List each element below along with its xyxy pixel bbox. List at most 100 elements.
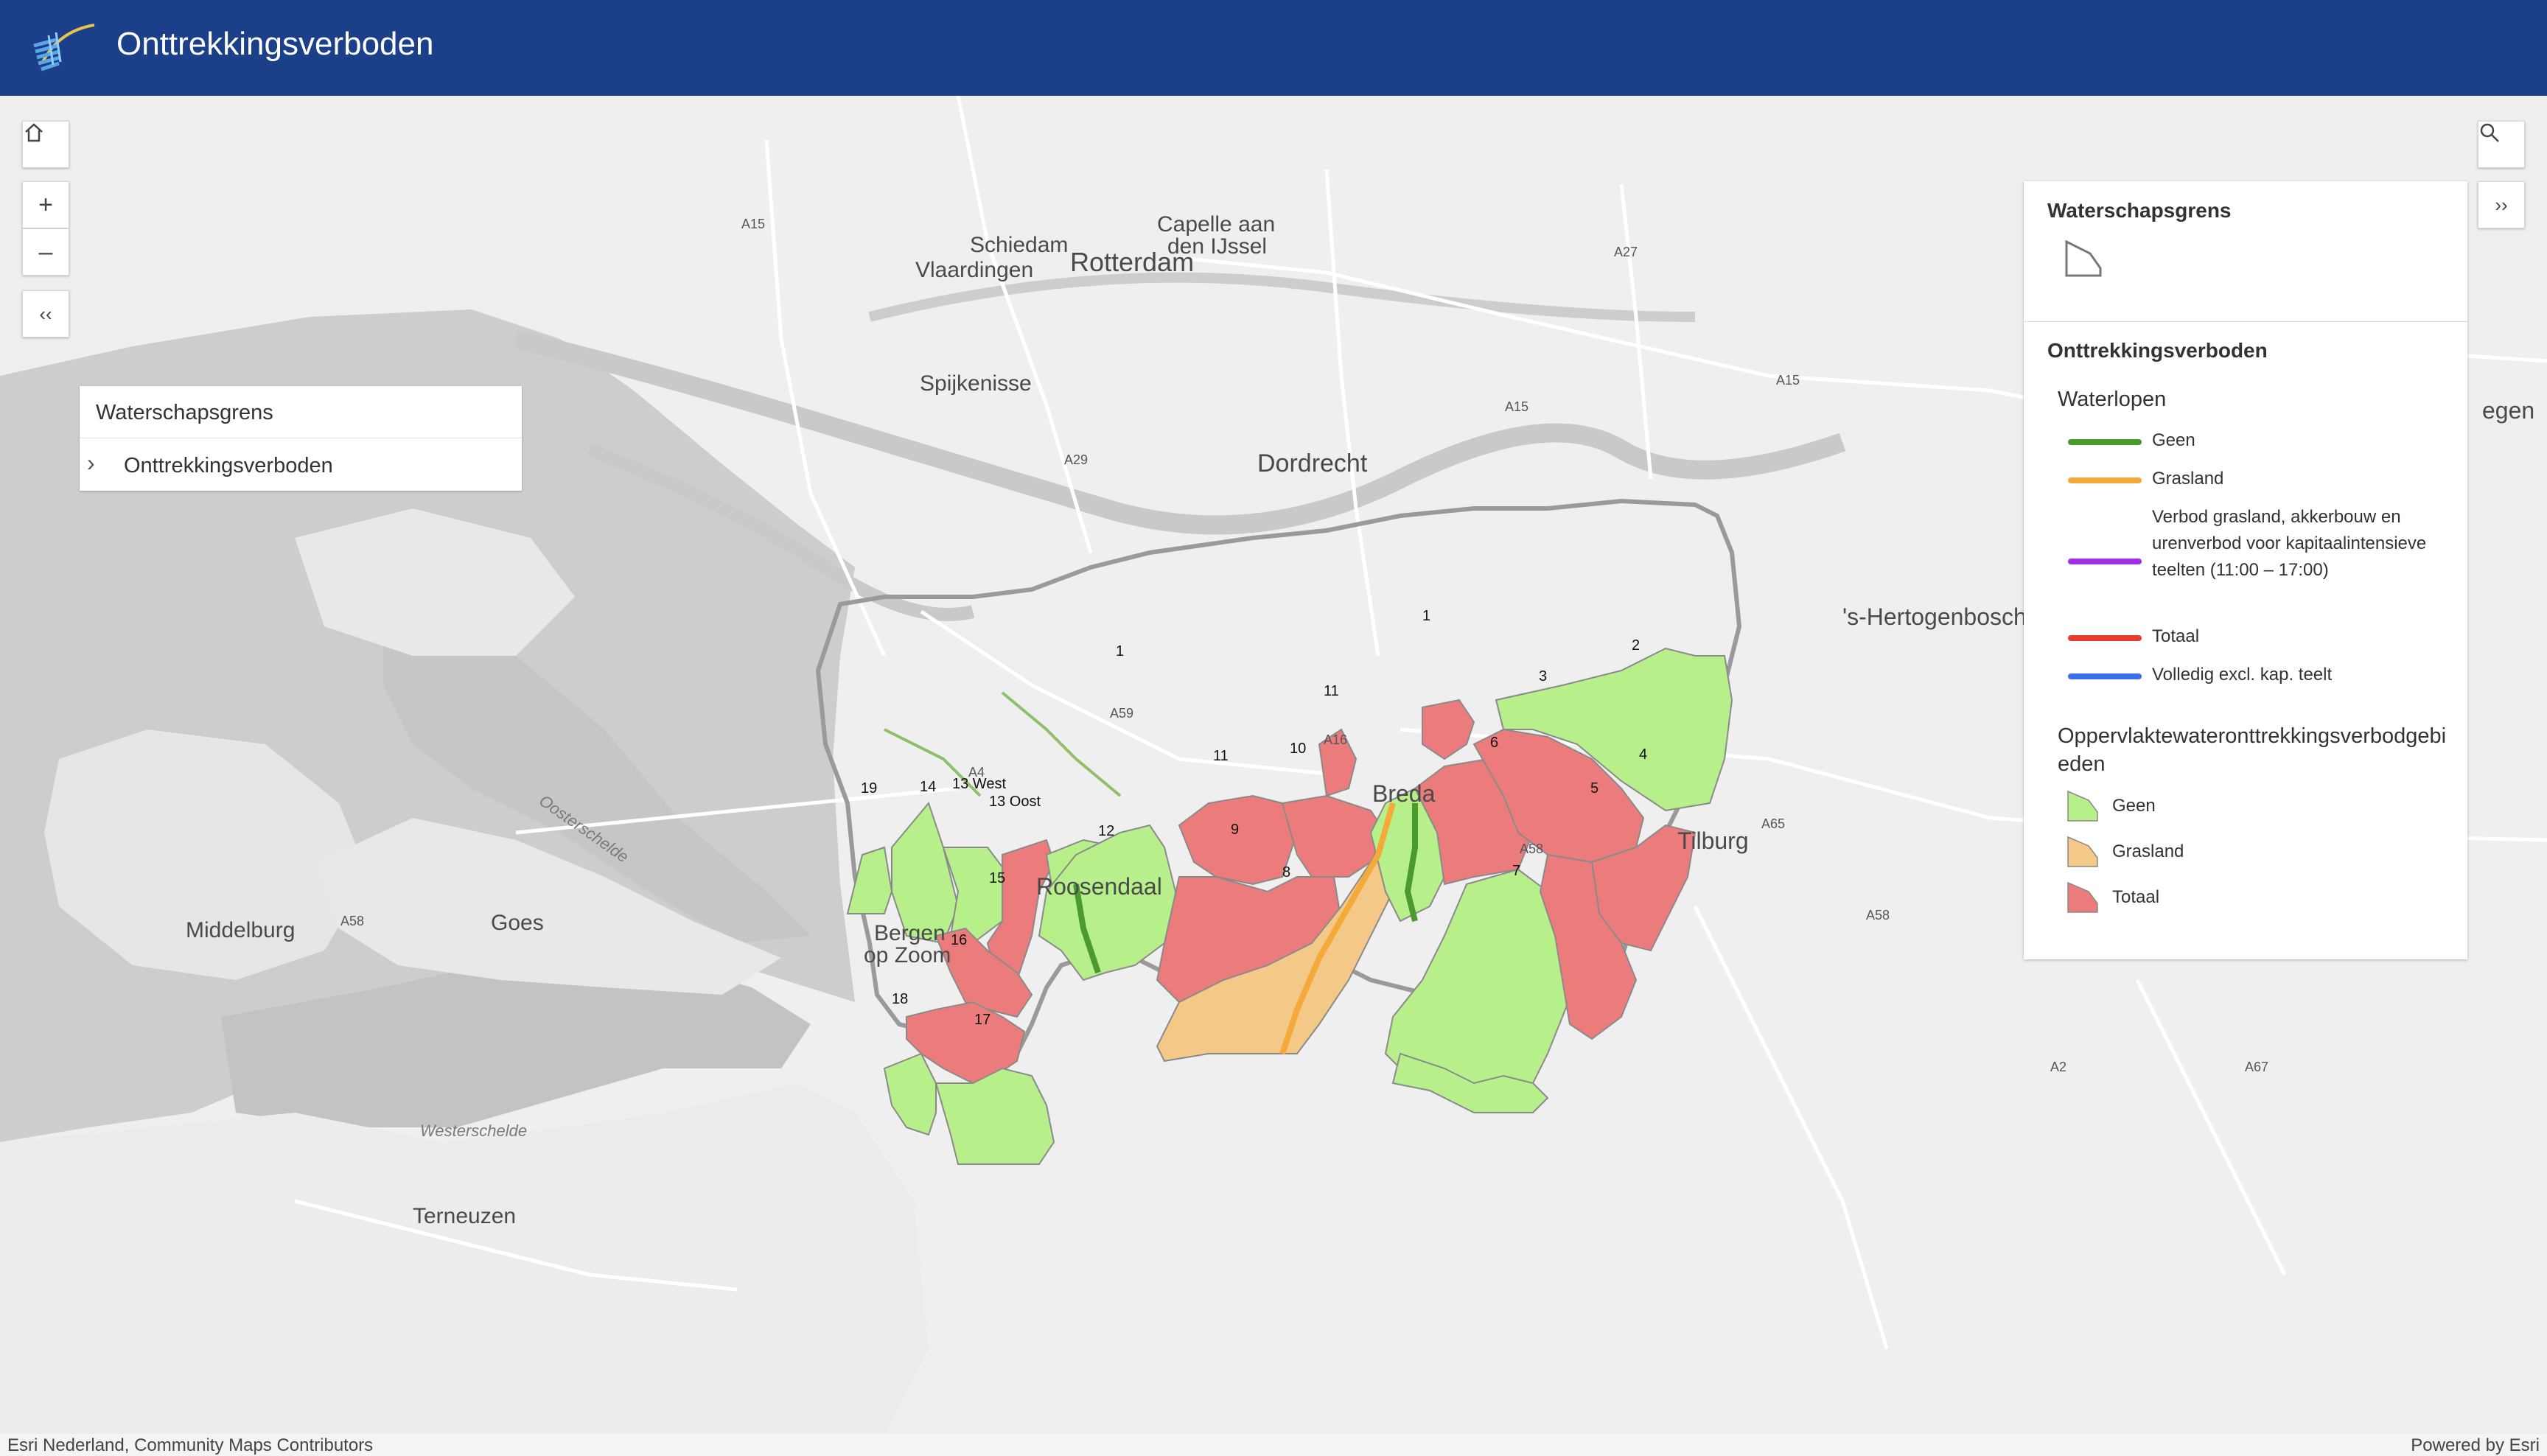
area-label: 16 [951,932,967,948]
search-button[interactable] [2478,121,2525,168]
home-icon [25,123,43,142]
legend-line-grasland [2068,477,2142,483]
label-capelle-aan: Capelle aan [1157,212,1275,237]
area-label: 14 [920,779,936,795]
layer-label: Waterschapsgrens [96,401,273,424]
area-polygons[interactable] [846,647,1733,1165]
road-a15: A15 [1776,373,1800,388]
search-icon [2480,123,2499,142]
attribution-bar: Esri Nederland, Community Maps Contribut… [0,1434,2547,1456]
legend-label-geen-area: Geen [2112,796,2156,816]
collapse-layer-list-button[interactable]: ‹‹ [22,290,69,337]
layer-label: Onttrekkingsverboden [124,454,333,477]
road-a67: A67 [2245,1060,2268,1074]
area-18 [883,1052,937,1136]
legend-label-geen: Geen [2152,430,2195,450]
legend-divider [2024,321,2467,322]
legend-label-grasland: Grasland [2152,469,2224,489]
label-den-ijssel: den IJssel [1167,234,1267,259]
legend-title-onttrekkingsverboden: Onttrekkingsverboden [2047,339,2268,362]
zoom-out-button[interactable]: – [22,228,69,276]
label-s-hertogenbosch: 's-Hertogenbosch [1842,603,2027,630]
legend-subtitle-waterlopen: Waterlopen [2058,388,2167,411]
label-tilburg: Tilburg [1677,827,1749,854]
area-11-west [1178,794,1299,886]
label-goes: Goes [491,911,544,935]
layer-list: Waterschapsgrens › Onttrekkingsverboden [80,386,522,491]
app-title: Onttrekkingsverboden [116,26,434,62]
label-schiedam: Schiedam [970,233,1068,257]
legend-label-verbod: Verbod grasland, akkerbouw en urenverbod… [2152,507,2427,580]
chevron-right-icon[interactable]: › [87,449,95,477]
legend-label-totaal: Totaal [2152,626,2200,646]
road-a15: A15 [741,217,765,231]
legend-label-grasland-area: Grasland [2112,841,2184,861]
road-a16: A16 [1324,732,1347,747]
legend-polygon-totaal [2067,881,2098,913]
road-a29: A29 [1064,452,1088,467]
road-a2: A2 [2050,1060,2066,1074]
river [868,272,1696,322]
area-1-east [1422,699,1475,760]
attribution-source: Esri Nederland, Community Maps Contribut… [7,1435,374,1455]
area-label: 9 [1231,822,1239,838]
road-a59: A59 [1110,706,1133,721]
legend-line-geen [2068,439,2142,445]
label-middelburg: Middelburg [186,918,295,942]
expand-legend-button[interactable]: ›› [2478,181,2525,228]
app-logo-icon [33,24,95,71]
area-label: 1 [1116,643,1124,659]
area-label: 13 Oost [989,794,1041,810]
label-westerschelde: Westerschelde [420,1121,527,1140]
area-label: 19 [861,780,877,797]
area-label: 6 [1490,735,1498,751]
label-egen: egen [2482,397,2534,424]
zoom-in-button[interactable]: + [22,181,69,228]
layer-item-onttrekkingsverboden[interactable]: › Onttrekkingsverboden [80,439,522,491]
label-op-zoom: op Zoom [864,943,951,967]
area-label: 5 [1590,780,1599,797]
legend-line-volledig [2068,673,2142,679]
road-a65: A65 [1761,816,1785,831]
legend-title-waterschapsgrens: Waterschapsgrens [2047,199,2232,222]
label-breda: Breda [1372,780,1436,807]
home-button[interactable] [22,121,69,168]
area-label: 15 [989,870,1005,886]
boundary-polygon-icon [2065,239,2102,277]
area-label: 3 [1539,668,1547,685]
area-label: 11 [1213,748,1229,764]
legend-polygon-grasland [2067,836,2098,867]
area-label: 7 [1512,863,1520,879]
area-label: 18 [892,991,908,1007]
label-dordrecht: Dordrecht [1257,449,1368,477]
legend-label-volledig: Volledig excl. kap. teelt [2152,665,2333,685]
label-bergen: Bergen [874,921,946,945]
area-label: 4 [1639,746,1647,763]
road-a58: A58 [1866,908,1890,923]
label-terneuzen: Terneuzen [413,1204,516,1228]
road-a15: A15 [1505,399,1528,414]
area-label: 17 [974,1012,990,1028]
label-vlaardingen: Vlaardingen [915,258,1033,282]
road-a58: A58 [1520,841,1543,856]
area-label: 12 [1098,823,1114,839]
layer-item-waterschapsgrens[interactable]: Waterschapsgrens [80,386,522,438]
road-a27: A27 [1614,245,1638,259]
label-roosendaal: Roosendaal [1036,873,1162,900]
legend-subtitle-oppervlakte: Oppervlaktewateronttrekkingsverbodgebied… [2058,724,2447,776]
legend-line-verbod [2068,559,2142,564]
legend-panel: Waterschapsgrens Onttrekkingsverboden Wa… [2024,181,2467,959]
legend-polygon-geen [2067,790,2098,822]
area-label: 11 [1324,683,1339,699]
powered-by-esri[interactable]: Powered by Esri [2411,1435,2540,1456]
road-a58: A58 [340,914,364,928]
area-label: 1 [1422,608,1430,624]
app-header: Onttrekkingsverboden [0,0,2547,96]
area-label: 8 [1282,864,1290,881]
legend-label-totaal-area: Totaal [2112,887,2160,907]
area-label: 10 [1290,741,1306,757]
area-label: 13 West [952,776,1006,792]
area-12 [1038,824,1181,981]
area-17 [934,1067,1055,1165]
area-label: 2 [1632,637,1640,654]
